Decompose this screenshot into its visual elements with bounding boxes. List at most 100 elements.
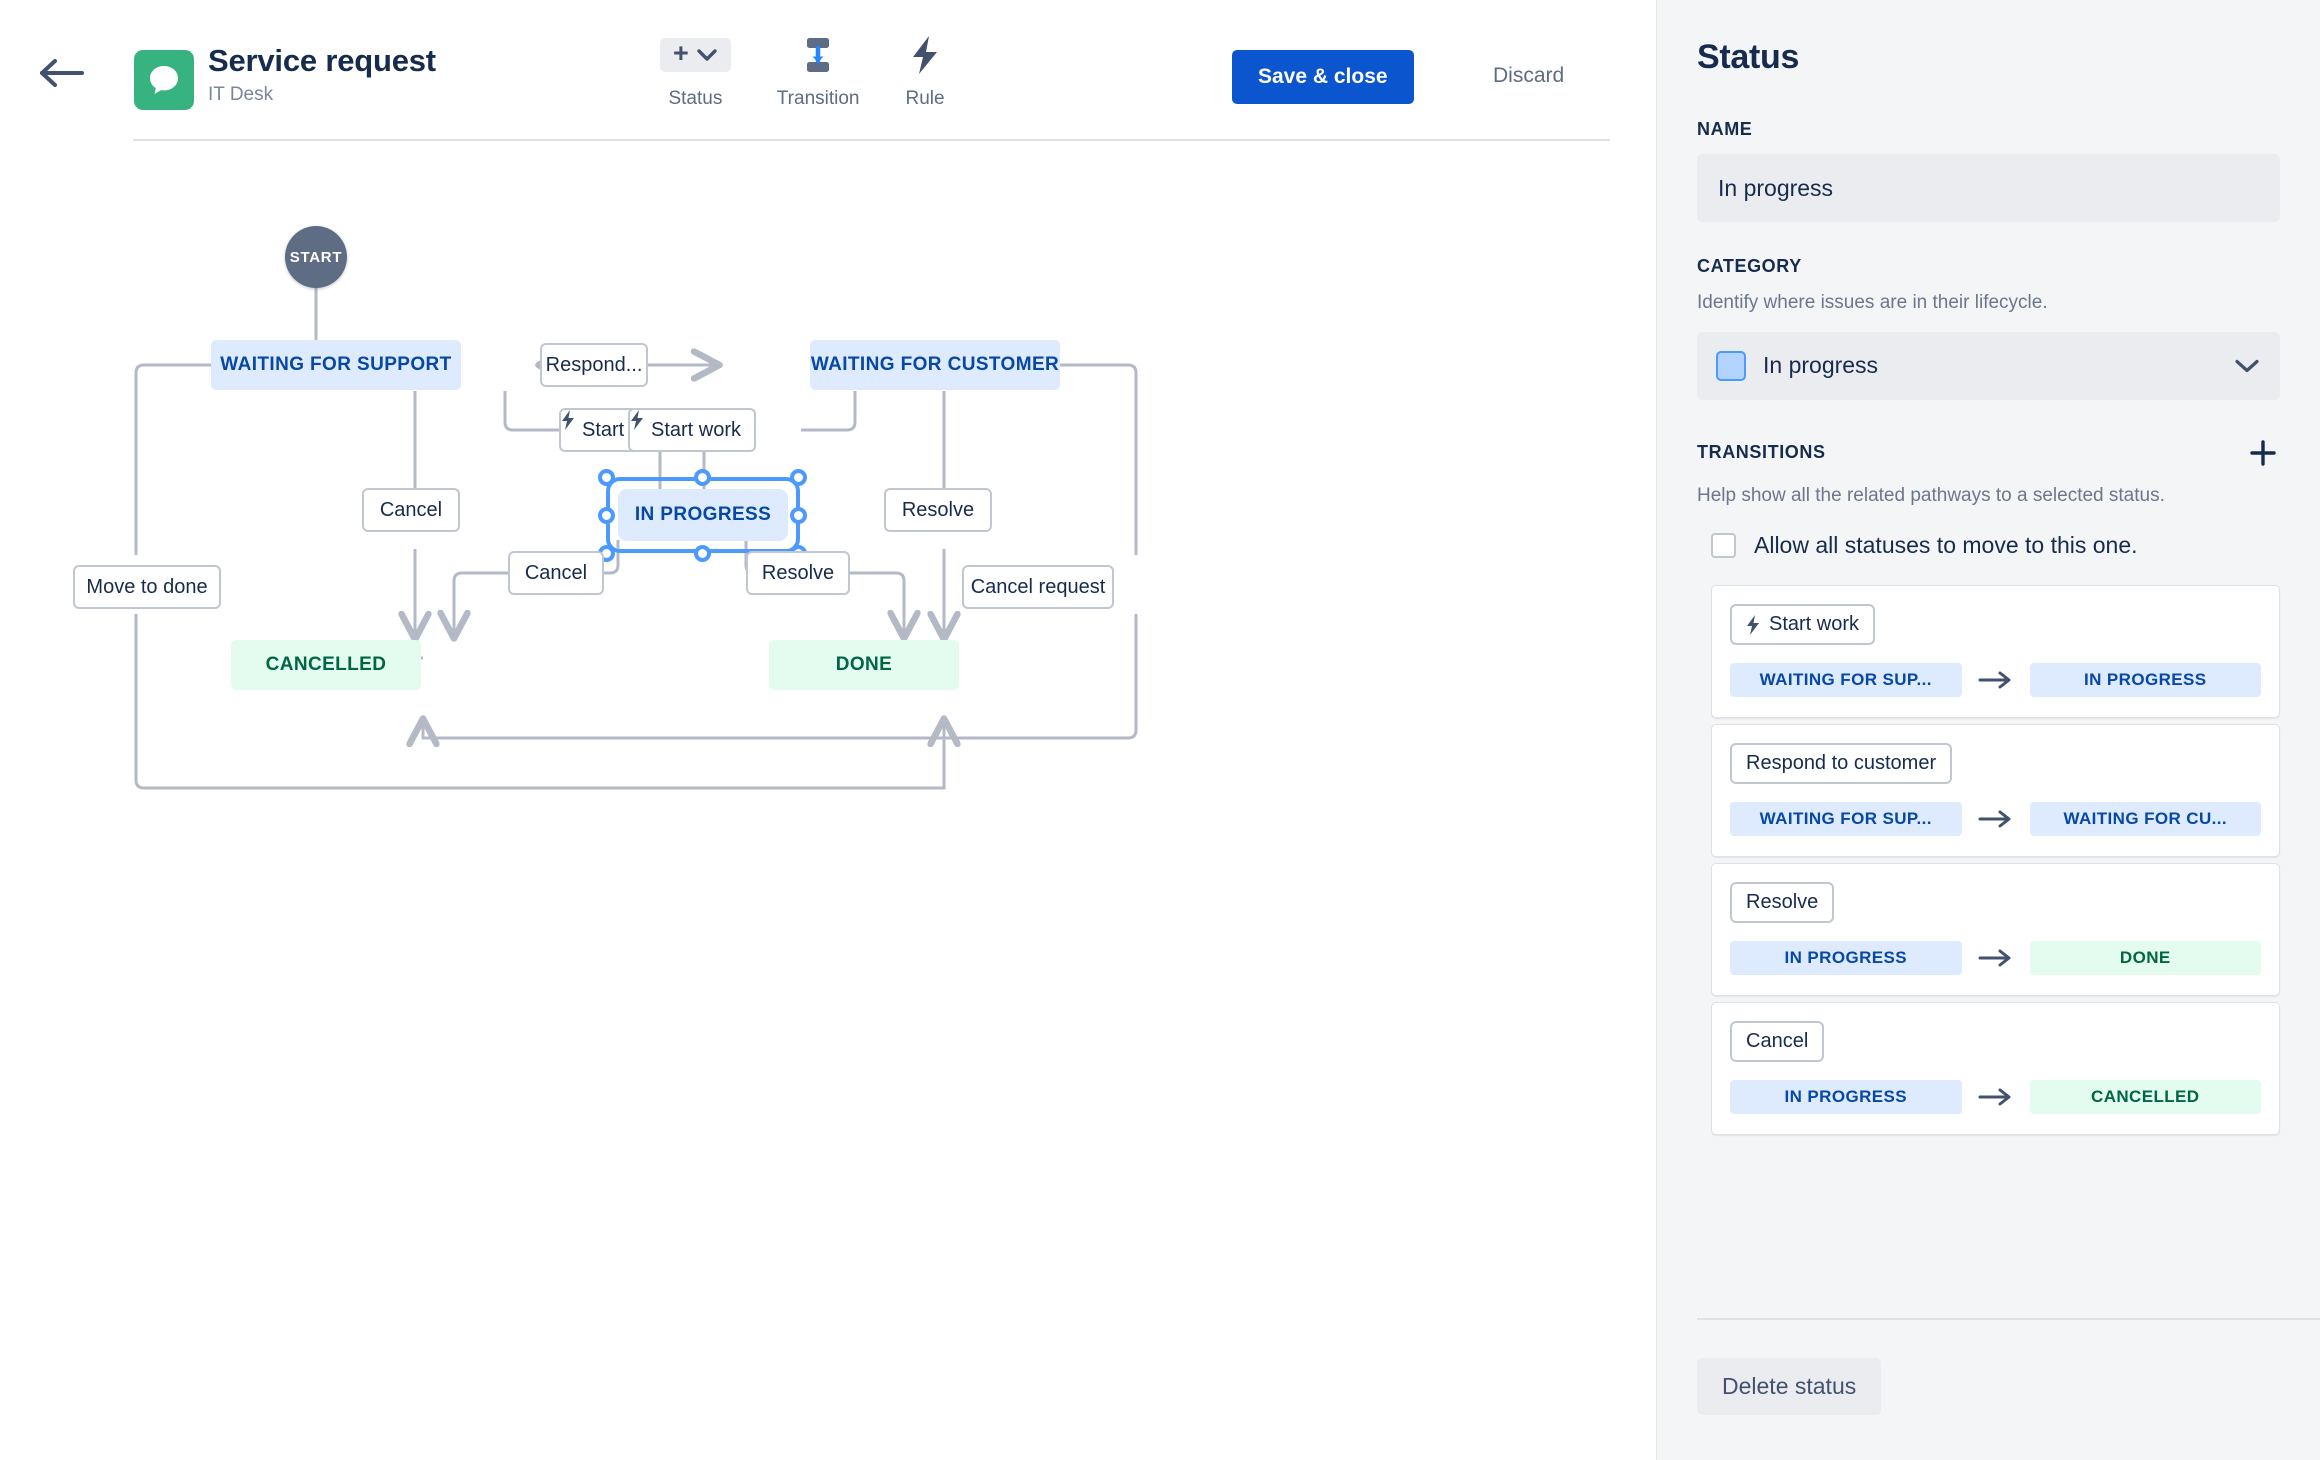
status-node-waiting-for-support[interactable]: WAITING FOR SUPPORT bbox=[211, 340, 461, 390]
status-node-cancelled[interactable]: CANCELLED bbox=[231, 640, 421, 690]
transition-to-lozenge: WAITING FOR CU... bbox=[2029, 802, 2261, 837]
transition-name-chip[interactable]: Resolve bbox=[1730, 882, 1835, 924]
transitions-list: Start work WAITING FOR SUP... IN PROGRES… bbox=[1711, 585, 2280, 1136]
transition-card[interactable]: Cancel IN PROGRESS CANCELLED bbox=[1711, 1002, 2280, 1136]
resize-handle-top-left[interactable] bbox=[598, 469, 615, 486]
toolbar-rule-label: Rule bbox=[905, 88, 945, 109]
transition-name-text: Resolve bbox=[1746, 891, 1819, 914]
transition-card[interactable]: Start work WAITING FOR SUP... IN PROGRES… bbox=[1711, 585, 2280, 719]
arrow-right-icon bbox=[1978, 1087, 2014, 1107]
category-field-label: CATEGORY bbox=[1697, 256, 1802, 276]
transition-name-text: Cancel bbox=[1746, 1030, 1809, 1053]
category-selected-value: In progress bbox=[1763, 352, 1879, 379]
edge-label-text: Start work bbox=[650, 418, 742, 441]
transitions-label: TRANSITIONS bbox=[1697, 442, 1826, 463]
transition-icon-wrap bbox=[796, 32, 840, 78]
add-status-button[interactable]: + bbox=[660, 38, 731, 72]
transition-from-lozenge: IN PROGRESS bbox=[1730, 1080, 1962, 1115]
category-select[interactable]: In progress bbox=[1697, 331, 2280, 400]
transition-name-text: Start work bbox=[1769, 613, 1860, 636]
status-details-panel: Status NAME CATEGORY Identify where issu… bbox=[1656, 0, 2320, 1460]
resize-handle-middle-left[interactable] bbox=[598, 507, 615, 524]
edge-label-start-work-right[interactable]: Start work bbox=[628, 408, 756, 452]
edge-label-cancel-request[interactable]: Cancel request bbox=[962, 565, 1114, 609]
edge-label-resolve-from-in-progress[interactable]: Resolve bbox=[746, 551, 850, 595]
workflow-editor-main: Service request IT Desk + Status Transit… bbox=[0, 0, 1656, 1460]
transition-from-lozenge: IN PROGRESS bbox=[1730, 941, 1962, 976]
page-title-block: Service request IT Desk bbox=[208, 43, 436, 106]
transition-to-lozenge: CANCELLED bbox=[2029, 1080, 2261, 1115]
edge-label-text: Move to done bbox=[86, 575, 208, 598]
transition-from-lozenge: WAITING FOR SUP... bbox=[1730, 663, 1962, 698]
chevron-down-icon bbox=[697, 49, 717, 61]
add-transition-button[interactable] bbox=[2246, 436, 2280, 470]
edge-label-text: Cancel bbox=[379, 498, 443, 521]
transition-name-chip[interactable]: Cancel bbox=[1730, 1021, 1825, 1063]
edge-label-respond[interactable]: Respond... bbox=[540, 343, 648, 387]
discard-button[interactable]: Discard bbox=[1493, 64, 1564, 88]
plus-icon: + bbox=[673, 38, 689, 68]
edge-label-text: Cancel bbox=[524, 561, 588, 584]
status-node-in-progress[interactable]: IN PROGRESS bbox=[618, 489, 788, 541]
back-arrow-icon[interactable] bbox=[38, 56, 86, 90]
transition-flow: WAITING FOR SUP... WAITING FOR CU... bbox=[1730, 802, 2261, 837]
delete-status-button[interactable]: Delete status bbox=[1697, 1358, 1882, 1415]
transition-flow: IN PROGRESS DONE bbox=[1730, 941, 2261, 976]
toolbar-rule[interactable]: Rule bbox=[906, 32, 945, 110]
transition-arrow-icon bbox=[807, 38, 830, 72]
arrow-right-icon bbox=[1978, 948, 2014, 968]
service-desk-speech-bubble-icon bbox=[134, 50, 194, 110]
edge-label-move-to-done[interactable]: Move to done bbox=[73, 565, 221, 609]
transition-name-chip[interactable]: Respond to customer bbox=[1730, 743, 1953, 785]
toolbar-transition[interactable]: Transition bbox=[777, 32, 860, 110]
transition-from-lozenge: WAITING FOR SUP... bbox=[1730, 802, 1962, 837]
status-node-done[interactable]: DONE bbox=[769, 640, 959, 690]
page-title: Service request bbox=[208, 43, 436, 78]
category-color-swatch bbox=[1716, 350, 1746, 381]
plus-icon bbox=[2250, 439, 2276, 466]
arrow-right-icon bbox=[1978, 809, 2014, 829]
toolbar-status[interactable]: + Status bbox=[660, 32, 731, 110]
edge-label-text: Cancel request bbox=[970, 575, 1106, 598]
transitions-section-header: TRANSITIONS bbox=[1697, 436, 2280, 470]
page-subtitle: IT Desk bbox=[208, 83, 274, 105]
status-node-waiting-for-customer[interactable]: WAITING FOR CUSTOMER bbox=[810, 340, 1060, 390]
toolbar-transition-label: Transition bbox=[776, 88, 860, 109]
edge-label-resolve-from-waiting-for-customer[interactable]: Resolve bbox=[884, 488, 992, 532]
workflow-canvas[interactable]: START WAITING FOR SUPPORT WAITING FOR CU… bbox=[0, 140, 1656, 1460]
lightning-bolt-icon bbox=[1746, 614, 1760, 635]
panel-title: Status bbox=[1697, 38, 1800, 76]
start-node[interactable]: START bbox=[285, 226, 347, 288]
editor-toolbar: + Status Transition Rule bbox=[660, 32, 945, 110]
transition-name-chip[interactable]: Start work bbox=[1730, 604, 1876, 646]
edge-label-text: Resolve bbox=[761, 561, 835, 584]
chevron-down-icon bbox=[2234, 358, 2260, 374]
status-name-input[interactable] bbox=[1697, 154, 2280, 222]
rule-icon-wrap bbox=[908, 32, 942, 78]
edge-label-text: Respond... bbox=[545, 353, 643, 376]
resize-handle-middle-right[interactable] bbox=[790, 507, 807, 524]
transition-card[interactable]: Respond to customer WAITING FOR SUP... W… bbox=[1711, 724, 2280, 858]
resize-handle-bottom-center[interactable] bbox=[694, 545, 711, 562]
lightning-bolt-icon bbox=[913, 36, 938, 74]
edge-label-cancel-from-in-progress[interactable]: Cancel bbox=[508, 551, 604, 595]
edge-label-text: Resolve bbox=[901, 498, 975, 521]
allow-all-statuses-row[interactable]: Allow all statuses to move to this one. bbox=[1711, 532, 2280, 559]
transition-flow: WAITING FOR SUP... IN PROGRESS bbox=[1730, 663, 2261, 698]
edge-label-cancel-from-waiting-for-support[interactable]: Cancel bbox=[362, 488, 460, 532]
status-icon-wrap: + bbox=[660, 32, 731, 78]
name-field-label: NAME bbox=[1697, 119, 1753, 139]
panel-divider bbox=[1697, 1318, 2320, 1320]
transition-flow: IN PROGRESS CANCELLED bbox=[1730, 1080, 2261, 1115]
transitions-help-text: Help show all the related pathways to a … bbox=[1697, 484, 2165, 506]
save-and-close-button[interactable]: Save & close bbox=[1232, 50, 1414, 104]
resize-handle-top-right[interactable] bbox=[790, 469, 807, 486]
arrow-right-icon bbox=[1978, 670, 2014, 690]
transition-card[interactable]: Resolve IN PROGRESS DONE bbox=[1711, 863, 2280, 997]
transition-name-text: Respond to customer bbox=[1746, 752, 1937, 775]
resize-handle-top-center[interactable] bbox=[694, 469, 711, 486]
editor-header: Service request IT Desk + Status Transit… bbox=[0, 0, 1656, 141]
category-help-text: Identify where issues are in their lifec… bbox=[1697, 292, 2048, 313]
transition-to-lozenge: DONE bbox=[2029, 941, 2261, 976]
allow-all-statuses-checkbox[interactable] bbox=[1711, 533, 1736, 559]
